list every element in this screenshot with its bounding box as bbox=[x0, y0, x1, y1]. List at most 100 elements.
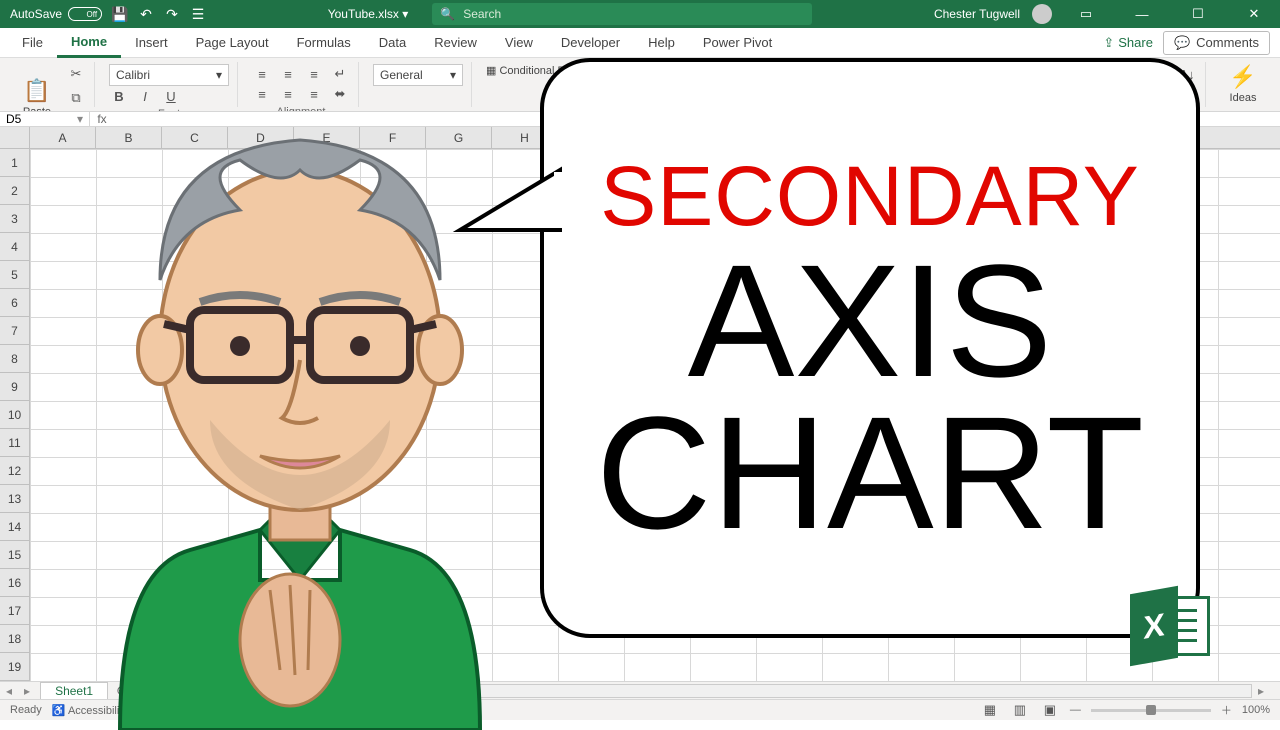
ideas-button[interactable]: ⚡ Ideas bbox=[1220, 64, 1266, 104]
save-icon[interactable]: 💾 bbox=[112, 6, 128, 22]
column-header[interactable]: E bbox=[294, 127, 360, 148]
column-header[interactable]: I bbox=[558, 127, 624, 148]
row-header[interactable]: 14 bbox=[0, 513, 29, 541]
tab-help[interactable]: Help bbox=[634, 28, 689, 58]
row-header[interactable]: 2 bbox=[0, 177, 29, 205]
row-header[interactable]: 16 bbox=[0, 569, 29, 597]
ribbon-display-icon[interactable]: ▭ bbox=[1064, 0, 1108, 28]
sheet-nav-left-icon[interactable]: ◂ bbox=[0, 684, 18, 698]
tab-power-pivot[interactable]: Power Pivot bbox=[689, 28, 786, 58]
redo-icon[interactable]: ↷ bbox=[164, 6, 180, 22]
zoom-out-button[interactable]: — bbox=[1070, 704, 1081, 716]
paste-button[interactable]: 📋 Paste bbox=[14, 78, 60, 112]
document-filename[interactable]: YouTube.xlsx ▾ bbox=[328, 7, 409, 21]
autosum-icon[interactable]: Σ bbox=[1151, 64, 1171, 84]
align-bottom-icon[interactable]: ≡ bbox=[304, 64, 324, 84]
select-all-triangle[interactable] bbox=[0, 127, 30, 149]
column-header[interactable]: H bbox=[492, 127, 558, 148]
wrap-text-icon[interactable]: ↵ bbox=[330, 64, 350, 84]
share-button[interactable]: ⇪ Share bbox=[1103, 35, 1163, 51]
cells-area[interactable] bbox=[30, 149, 1280, 681]
row-header[interactable]: 18 bbox=[0, 625, 29, 653]
row-header[interactable]: 5 bbox=[0, 261, 29, 289]
maximize-icon[interactable]: ☐ bbox=[1176, 0, 1220, 28]
italic-button[interactable]: I bbox=[135, 86, 155, 106]
zoom-in-button[interactable]: ＋ bbox=[1221, 702, 1232, 718]
row-header[interactable]: 3 bbox=[0, 205, 29, 233]
align-top-icon[interactable]: ≡ bbox=[252, 64, 272, 84]
row-headers[interactable]: 12345678910111213141516171819 bbox=[0, 149, 30, 681]
page-layout-view-icon[interactable]: ▥ bbox=[1010, 700, 1030, 720]
accessibility-status[interactable]: ♿ Accessibility: Good to go bbox=[52, 704, 189, 717]
row-header[interactable]: 10 bbox=[0, 401, 29, 429]
row-header[interactable]: 12 bbox=[0, 457, 29, 485]
column-header[interactable]: K bbox=[690, 127, 756, 148]
row-header[interactable]: 4 bbox=[0, 233, 29, 261]
row-header[interactable]: 11 bbox=[0, 429, 29, 457]
tab-file[interactable]: File bbox=[8, 28, 57, 58]
normal-view-icon[interactable]: ▦ bbox=[980, 700, 1000, 720]
comments-button[interactable]: 💬 Comments bbox=[1163, 31, 1270, 55]
merge-icon[interactable]: ⬌ bbox=[330, 84, 350, 104]
column-header[interactable]: G bbox=[426, 127, 492, 148]
underline-button[interactable]: U bbox=[161, 86, 181, 106]
minimize-icon[interactable]: — bbox=[1120, 0, 1164, 28]
column-header[interactable]: D bbox=[228, 127, 294, 148]
cut-icon[interactable]: ✂ bbox=[66, 64, 86, 84]
row-header[interactable]: 8 bbox=[0, 345, 29, 373]
tab-formulas[interactable]: Formulas bbox=[283, 28, 365, 58]
bold-button[interactable]: B bbox=[109, 86, 129, 106]
align-middle-icon[interactable]: ≡ bbox=[278, 64, 298, 84]
zoom-slider[interactable] bbox=[1091, 709, 1211, 712]
insert-cells-button[interactable]: ▦ Insert ▾ bbox=[1078, 64, 1128, 77]
row-header[interactable]: 7 bbox=[0, 317, 29, 345]
add-sheet-button[interactable]: ⊕ bbox=[108, 682, 136, 699]
align-center-icon[interactable]: ≡ bbox=[278, 84, 298, 104]
column-header[interactable]: A bbox=[30, 127, 96, 148]
scroll-right-icon[interactable]: ▸ bbox=[1252, 684, 1270, 698]
scroll-left-icon[interactable]: ◂ bbox=[146, 684, 164, 698]
tab-page-layout[interactable]: Page Layout bbox=[182, 28, 283, 58]
row-header[interactable]: 9 bbox=[0, 373, 29, 401]
align-left-icon[interactable]: ≡ bbox=[252, 84, 272, 104]
column-header[interactable]: Q bbox=[1086, 127, 1152, 148]
undo-icon[interactable]: ↶ bbox=[138, 6, 154, 22]
selected-cell[interactable] bbox=[227, 260, 293, 288]
column-headers[interactable]: ABCDEFGHIJKLMNOPQ bbox=[30, 127, 1280, 149]
search-box[interactable]: 🔍 Search bbox=[432, 3, 812, 25]
tab-view[interactable]: View bbox=[491, 28, 547, 58]
row-header[interactable]: 19 bbox=[0, 653, 29, 681]
row-header[interactable]: 17 bbox=[0, 597, 29, 625]
username-label[interactable]: Chester Tugwell bbox=[934, 7, 1020, 21]
tab-developer[interactable]: Developer bbox=[547, 28, 634, 58]
name-box[interactable]: D5 ▾ bbox=[0, 112, 90, 126]
column-header[interactable]: P bbox=[1020, 127, 1086, 148]
user-avatar[interactable] bbox=[1032, 4, 1052, 24]
row-header[interactable]: 13 bbox=[0, 485, 29, 513]
font-name-select[interactable]: Calibri▾ bbox=[109, 64, 229, 86]
column-header[interactable]: M bbox=[822, 127, 888, 148]
row-header[interactable]: 15 bbox=[0, 541, 29, 569]
sheet-nav-right-icon[interactable]: ▸ bbox=[18, 684, 36, 698]
conditional-formatting-button[interactable]: ▦ Conditional Formatting ▾ bbox=[486, 64, 619, 77]
worksheet-grid[interactable]: 12345678910111213141516171819 ABCDEFGHIJ… bbox=[0, 127, 1280, 681]
align-right-icon[interactable]: ≡ bbox=[304, 84, 324, 104]
close-icon[interactable]: ✕ bbox=[1232, 0, 1276, 28]
column-header[interactable]: B bbox=[96, 127, 162, 148]
zoom-level[interactable]: 100% bbox=[1242, 704, 1270, 716]
number-format-select[interactable]: General▾ bbox=[373, 64, 463, 86]
page-break-view-icon[interactable]: ▣ bbox=[1040, 700, 1060, 720]
column-header[interactable]: L bbox=[756, 127, 822, 148]
row-header[interactable]: 1 bbox=[0, 149, 29, 177]
copy-icon[interactable]: ⧉ bbox=[66, 88, 86, 108]
horizontal-scrollbar[interactable]: ◂ ▸ bbox=[146, 684, 1270, 698]
tab-data[interactable]: Data bbox=[365, 28, 420, 58]
tab-home[interactable]: Home bbox=[57, 28, 121, 58]
column-header[interactable]: J bbox=[624, 127, 690, 148]
column-header[interactable]: O bbox=[954, 127, 1020, 148]
touch-mode-icon[interactable]: ☰ bbox=[190, 6, 206, 22]
sheet-tab[interactable]: Sheet1 bbox=[40, 682, 108, 699]
autosave-toggle[interactable]: AutoSave Off bbox=[10, 7, 102, 21]
tab-insert[interactable]: Insert bbox=[121, 28, 182, 58]
fx-icon[interactable]: fx bbox=[90, 112, 114, 126]
